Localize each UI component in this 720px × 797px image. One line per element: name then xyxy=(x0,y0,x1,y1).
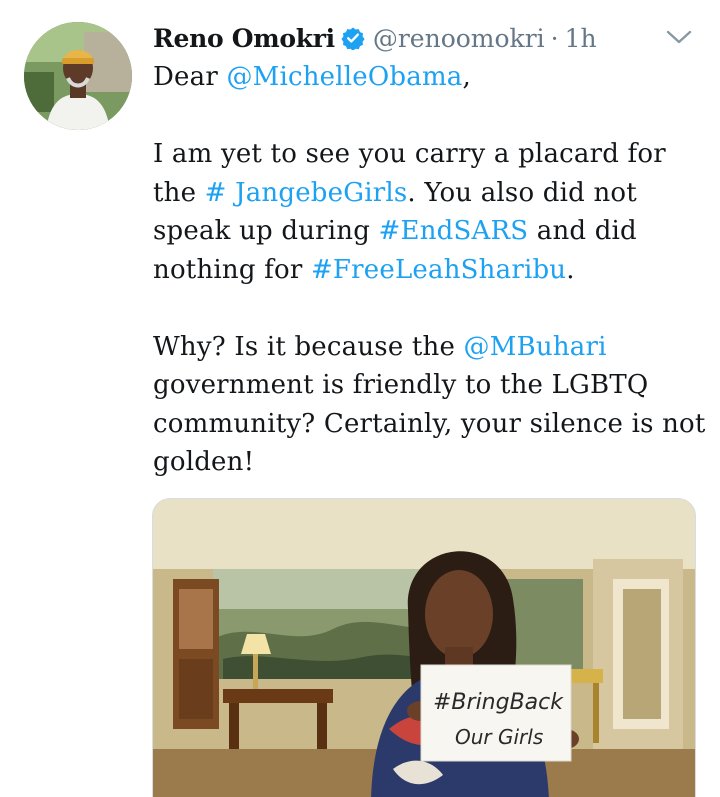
placard-text-line2: Our Girls xyxy=(455,725,543,749)
hashtag-freeleahsharibu[interactable]: #FreeLeahSharibu xyxy=(311,255,566,285)
chevron-down-icon[interactable] xyxy=(666,28,692,46)
hashtag-endsars[interactable]: #EndSARS xyxy=(379,216,529,246)
tweet-header: Reno Omokri @renoomokri · 1h xyxy=(153,18,597,58)
tweet-media-image[interactable]: #BringBack Our Girls xyxy=(152,498,696,797)
verified-badge-icon xyxy=(341,26,365,50)
mention-michelleobama[interactable]: @MichelleObama xyxy=(226,62,462,92)
user-handle[interactable]: @renoomokri xyxy=(373,24,545,53)
placard-text-line1: #BringBack xyxy=(433,690,564,715)
tweet[interactable]: Reno Omokri @renoomokri · 1h Dear @Miche… xyxy=(0,0,720,797)
hashtag-jangebegirls[interactable]: # JangebeGirls xyxy=(205,178,408,208)
tweet-paragraph-1: Dear @MichelleObama, xyxy=(153,58,708,97)
text-segment: . xyxy=(566,254,575,285)
tweet-paragraph-3: Why? Is it because the @MBuhari governme… xyxy=(153,328,708,482)
text-segment: Dear xyxy=(153,62,227,92)
avatar[interactable] xyxy=(24,22,132,130)
text-segment: , xyxy=(462,62,471,92)
timestamp[interactable]: 1h xyxy=(565,24,597,53)
tweet-text: Dear @MichelleObama, I am yet to see you… xyxy=(153,58,708,482)
tweet-paragraph-2: I am yet to see you carry a placard for … xyxy=(153,135,708,289)
display-name[interactable]: Reno Omokri xyxy=(153,24,335,53)
text-segment: Why? Is it because the xyxy=(153,331,464,362)
separator-dot: · xyxy=(550,23,559,53)
text-segment: government is friendly to the LGBTQ comm… xyxy=(153,370,706,477)
mention-mbuhari[interactable]: @MBuhari xyxy=(464,332,607,362)
